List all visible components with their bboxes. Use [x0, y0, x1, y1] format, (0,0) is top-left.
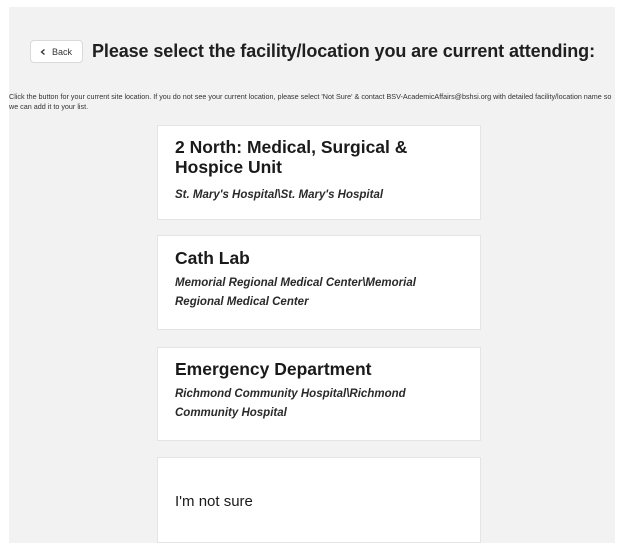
page-title: Please select the facility/location you … [92, 41, 595, 61]
chevron-left-icon [40, 48, 45, 55]
location-name: Emergency Department [175, 359, 372, 379]
location-name: 2 North: Medical, Surgical & Hospice Uni… [175, 137, 408, 177]
instructions-text: Click the button for your current site l… [9, 92, 612, 111]
location-button-cath-lab[interactable]: Cath Lab Memorial Regional Medical Cente… [157, 235, 481, 330]
location-site: Richmond Community Hospital\Richmond Com… [175, 388, 406, 419]
location-name: I'm not sure [175, 493, 253, 510]
location-button-not-sure[interactable]: I'm not sure [157, 457, 481, 543]
location-site: St. Mary's Hospital\St. Mary's Hospital [175, 189, 384, 201]
page-header: Back Please select the facility/location… [30, 40, 595, 63]
back-button-label: Back [52, 46, 73, 57]
location-button-2-north[interactable]: 2 North: Medical, Surgical & Hospice Uni… [157, 125, 481, 220]
page-container: Back Please select the facility/location… [9, 7, 615, 543]
location-site: Memorial Regional Medical Center\Memoria… [175, 277, 416, 308]
location-button-emergency-department[interactable]: Emergency Department Richmond Community … [157, 347, 481, 441]
location-name: Cath Lab [175, 248, 250, 268]
back-button[interactable]: Back [30, 40, 84, 63]
